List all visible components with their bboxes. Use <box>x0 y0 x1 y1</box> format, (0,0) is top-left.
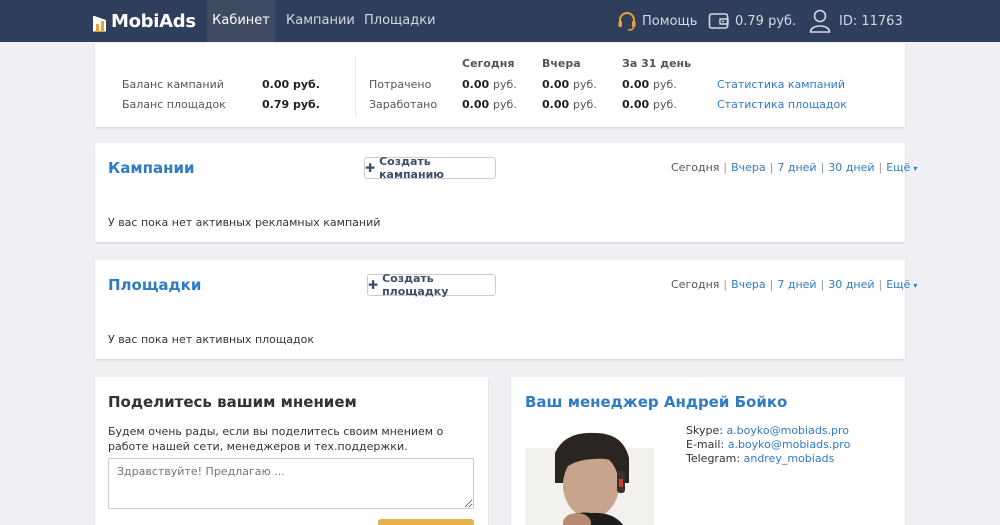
logo-text: MobiAds <box>111 11 196 32</box>
earned-31-days: 0.00 руб. <box>622 98 677 111</box>
telegram-link[interactable]: andrey_mobiads <box>744 452 835 465</box>
help-link[interactable]: Помощь <box>616 0 697 42</box>
spent-today: 0.00 руб. <box>462 78 517 91</box>
manager-photo <box>525 423 654 525</box>
top-navbar: MobiAds Кабинет Кампании Площадки Помощь… <box>0 0 1000 42</box>
filter-7-days[interactable]: 7 дней <box>777 278 816 291</box>
campaign-balance-value: 0.00 руб. <box>262 78 320 91</box>
send-feedback-button[interactable] <box>378 519 474 525</box>
manager-title: Ваш менеджер Андрей Бойко <box>525 393 788 411</box>
filter-7-days[interactable]: 7 дней <box>777 161 816 174</box>
chevron-down-icon: ▾ <box>913 281 918 290</box>
filter-yesterday[interactable]: Вчера <box>731 278 766 291</box>
logo-icon <box>93 12 107 32</box>
earned-yesterday: 0.00 руб. <box>542 98 597 111</box>
create-site-button[interactable]: ✚ Создать площадку <box>367 272 496 298</box>
campaigns-title: Кампании <box>108 159 195 177</box>
sites-balance-value: 0.79 руб. <box>262 98 320 111</box>
earned-today: 0.00 руб. <box>462 98 517 111</box>
user-id: ID: 11763 <box>839 13 903 29</box>
plus-icon: ✚ <box>365 161 376 175</box>
filter-more[interactable]: Ещё ▾ <box>886 161 917 174</box>
sites-stats-link[interactable]: Статистика площадок <box>717 98 847 111</box>
user-menu[interactable]: ID: 11763 <box>808 0 903 42</box>
spent-label: Потрачено <box>369 78 432 91</box>
email-link[interactable]: a.boyko@mobiads.pro <box>728 438 851 451</box>
skype-link[interactable]: a.boyko@mobiads.pro <box>726 424 849 437</box>
feedback-text: Будем очень рады, если вы поделитесь сво… <box>108 425 444 453</box>
col-31-days: За 31 день <box>622 57 692 70</box>
campaigns-empty-message: У вас пока нет активных рекламных кампан… <box>108 216 381 229</box>
plus-icon: ✚ <box>368 278 379 292</box>
sites-period-filter: Сегодня | Вчера | 7 дней | 30 дней | Ещё… <box>671 278 918 291</box>
sites-balance-label: Баланс площадок <box>122 98 226 111</box>
manager-card: Ваш менеджер Андрей Бойко Skype: a.boyko… <box>511 377 905 525</box>
feedback-title: Поделитесь вашим мнением <box>108 393 357 411</box>
sites-title: Площадки <box>108 276 202 294</box>
user-icon <box>809 9 831 33</box>
filter-today[interactable]: Сегодня <box>671 278 719 291</box>
spent-31-days: 0.00 руб. <box>622 78 677 91</box>
telegram-row: Telegram: andrey_mobiads <box>686 452 835 465</box>
nav-cabinet[interactable]: Кабинет <box>207 0 275 42</box>
chevron-down-icon: ▾ <box>913 164 918 173</box>
sites-card: Площадки ✚ Создать площадку Сегодня | Вч… <box>95 260 917 359</box>
campaigns-card: Кампании ✚ Создать кампанию Сегодня | Вч… <box>95 143 917 242</box>
campaign-balance-label: Баланс кампаний <box>122 78 224 91</box>
header-balance: 0.79 руб. <box>735 13 797 29</box>
feedback-textarea[interactable] <box>108 458 474 509</box>
sites-empty-message: У вас пока нет активных площадок <box>108 333 314 346</box>
manager-contacts: Skype: a.boyko@mobiads.pro E-mail: a.boy… <box>686 424 850 466</box>
nav-campaigns[interactable]: Кампании <box>286 0 355 42</box>
spent-yesterday: 0.00 руб. <box>542 78 597 91</box>
logo[interactable]: MobiAds <box>93 11 196 32</box>
filter-today[interactable]: Сегодня <box>671 161 719 174</box>
filter-30-days[interactable]: 30 дней <box>828 278 874 291</box>
help-label: Помощь <box>642 13 698 29</box>
col-today: Сегодня <box>462 57 515 70</box>
earned-label: Заработано <box>369 98 438 111</box>
campaigns-period-filter: Сегодня | Вчера | 7 дней | 30 дней | Ещё… <box>671 161 918 174</box>
col-yesterday: Вчера <box>542 57 581 70</box>
skype-row: Skype: a.boyko@mobiads.pro <box>686 424 850 437</box>
filter-yesterday[interactable]: Вчера <box>731 161 766 174</box>
feedback-card: Поделитесь вашим мнением Будем очень рад… <box>95 377 488 525</box>
filter-more[interactable]: Ещё ▾ <box>886 278 917 291</box>
balance-link[interactable]: 0.79 руб. <box>708 0 796 42</box>
headset-icon <box>618 12 636 31</box>
manager-photo-image <box>525 423 654 525</box>
create-campaign-button[interactable]: ✚ Создать кампанию <box>364 155 496 181</box>
wallet-icon <box>708 13 729 29</box>
filter-30-days[interactable]: 30 дней <box>828 161 874 174</box>
nav-sites[interactable]: Площадки <box>364 0 436 42</box>
email-row: E-mail: a.boyko@mobiads.pro <box>686 438 851 451</box>
stats-card: Баланс кампаний 0.00 руб. Баланс площадо… <box>95 43 905 127</box>
campaign-stats-link[interactable]: Статистика кампаний <box>717 78 845 91</box>
stats-divider <box>355 56 356 116</box>
